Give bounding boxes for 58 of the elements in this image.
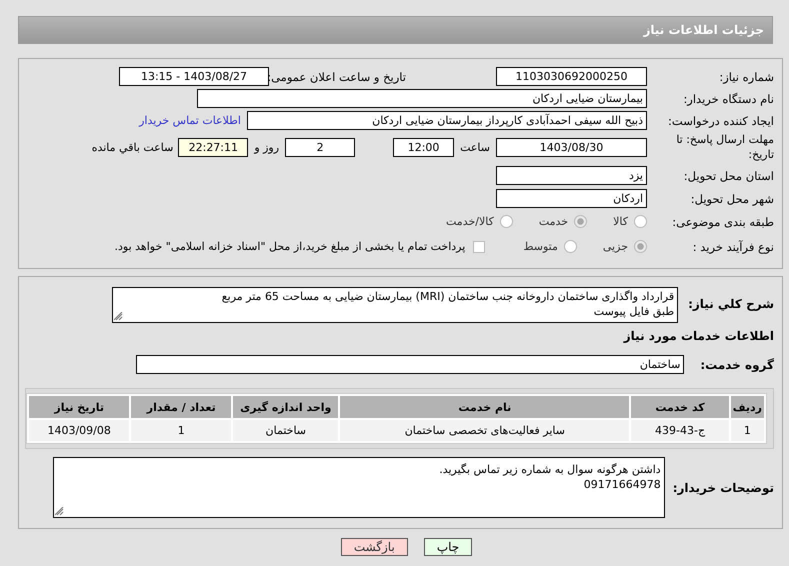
table-cell: 1 (730, 420, 764, 441)
table-cell: سایر فعالیت‌های تخصصی ساختمان (340, 420, 630, 441)
days-field[interactable]: 2 (285, 138, 356, 156)
table-cell: ج-43-439 (631, 420, 729, 441)
time-field[interactable]: 12:00 (393, 138, 454, 156)
field-label: تاریخ و ساعت اعلان عمومی: (271, 70, 406, 84)
print-button[interactable]: چاپ (424, 538, 472, 556)
option-label: متوسط (523, 240, 558, 253)
date-field[interactable]: 1403/08/30 (496, 138, 647, 156)
date-field[interactable]: 1403/08/27 - 13:15 (119, 67, 269, 86)
radio-button[interactable] (634, 215, 647, 228)
resize-grip-icon[interactable] (114, 312, 124, 321)
field-label: روز و (254, 140, 280, 154)
city-field[interactable]: اردکان (496, 189, 647, 208)
column-header: تاریخ نیاز (29, 396, 130, 418)
radio-button[interactable] (564, 240, 577, 253)
field-label: ایجاد کننده درخواست: (667, 114, 774, 128)
option-label: خدمت (538, 215, 568, 228)
field-label: شهر محل تحویل: (690, 192, 774, 206)
need-number-field[interactable]: 1103030692000250 (496, 67, 647, 86)
contact-link[interactable]: اطلاعات تماس خریدار (139, 114, 241, 127)
section-heading: اطلاعات خدمات مورد نیاز (622, 329, 774, 343)
field-label: نوع فرآیند خرید : (692, 240, 774, 254)
field-label: نام دستگاه خریدار: (682, 92, 774, 106)
table-cell: 1403/09/08 (29, 420, 130, 441)
column-header: واحد اندازه گیری (233, 396, 338, 418)
remaining-time-field[interactable]: 22:27:11 (178, 138, 248, 156)
radio-button[interactable] (634, 240, 647, 253)
field-label: ساعت باقي مانده (92, 140, 174, 154)
field-label: شماره نیاز: (718, 70, 774, 84)
page-title: جزئیات اطلاعات نیاز (18, 16, 773, 44)
radio-button[interactable] (500, 215, 513, 228)
resize-grip-icon[interactable] (54, 507, 64, 516)
checkbox-label: پرداخت تمام یا بخشی از مبلغ خرید،از محل "اسناد خزانه اسلامی" خواهد بود. (114, 240, 466, 253)
service-group-field[interactable]: ساختمان (136, 355, 684, 374)
field-label: شرح کلي نیاز: (687, 297, 774, 311)
field-label: استان محل تحویل: (682, 168, 774, 182)
field-label: ساعت (460, 140, 490, 154)
description-field[interactable]: قرارداد واگذاری ساختمان داروخانه جنب ساختمان (MRI) بیمارستان ضیایی به مساحت 65 متر مربع طبق فایل پیوست (112, 287, 678, 323)
table-cell: ساختمان (233, 420, 338, 441)
column-header: ردیف (730, 396, 764, 418)
province-field[interactable]: یزد (496, 166, 647, 185)
column-header: کد خدمت (631, 396, 729, 418)
field-label: توضیحات خریدار: (672, 480, 774, 494)
option-label: کالا/خدمت (446, 215, 494, 228)
option-label: جزیی (602, 240, 628, 253)
radio-button[interactable] (574, 215, 588, 228)
option-label: کالا (613, 215, 628, 228)
table-cell: 1 (131, 420, 232, 441)
text-field[interactable]: بیمارستان ضیایی اردکان (197, 89, 647, 108)
field-label: مهلت ارسال پاسخ: تا تاریخ: (675, 132, 774, 162)
field-label: طبقه بندی موضوعی: (671, 214, 774, 228)
field-label: گروه خدمت: (700, 358, 774, 372)
text-field[interactable]: ذبیح الله سیفی احمدآبادی کارپرداز بیمارستان ضیایی اردکان (247, 111, 647, 130)
back-button[interactable]: بازگشت (340, 538, 408, 556)
checkbox[interactable] (473, 240, 486, 252)
column-header: نام خدمت (340, 396, 630, 418)
column-header: تعداد / مقدار (131, 396, 232, 418)
